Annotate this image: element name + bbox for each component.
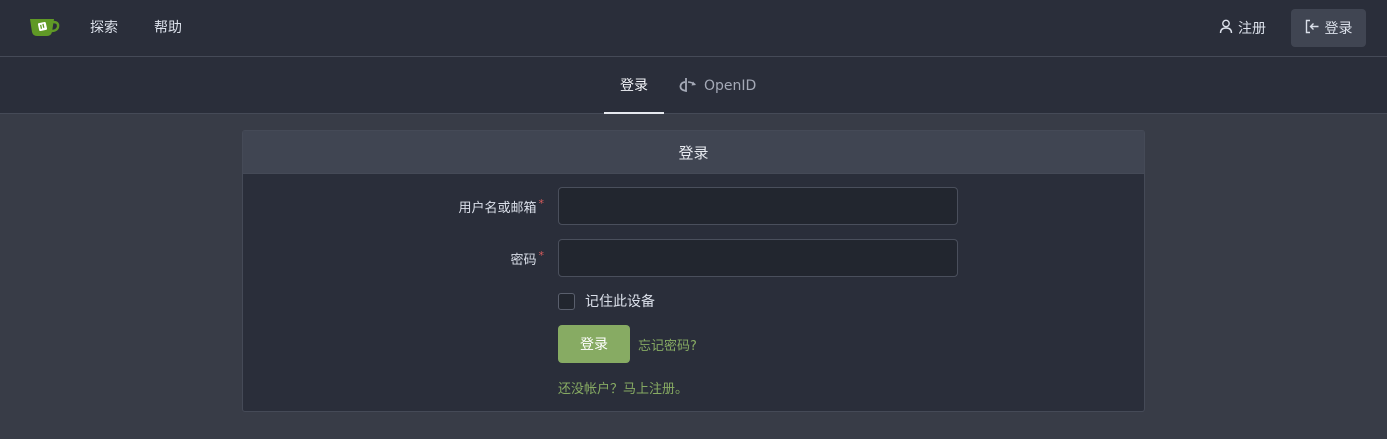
password-input[interactable] <box>558 239 958 277</box>
password-label: 密码 * <box>510 249 544 268</box>
login-card: 登录 用户名或邮箱 * 密码 * 记住此设备 登录 忘记密码? 还没帐户？马上注册。 <box>242 130 1145 412</box>
remember-device-checkbox[interactable] <box>558 292 575 310</box>
tab-login-label: 登录 <box>620 77 648 94</box>
nav-help-link[interactable]: 帮助 <box>154 18 182 38</box>
forgot-password-link[interactable]: 忘记密码? <box>638 335 697 354</box>
sign-in-icon <box>1305 19 1320 38</box>
tab-openid[interactable]: OpenID <box>679 57 756 114</box>
tab-login[interactable]: 登录 <box>604 57 664 114</box>
register-now-link[interactable]: 还没帐户？马上注册。 <box>558 378 688 397</box>
person-icon <box>1219 19 1233 38</box>
tab-openid-label: OpenID <box>704 77 757 94</box>
login-card-title: 登录 <box>678 143 709 162</box>
gitea-logo-icon[interactable] <box>28 14 60 40</box>
nav-register-label: 注册 <box>1238 21 1266 37</box>
login-card-header: 登录 <box>243 131 1144 174</box>
nav-explore-link[interactable]: 探索 <box>90 18 118 38</box>
username-label: 用户名或邮箱 * <box>458 197 544 216</box>
top-navbar: 探索 帮助 注册 登录 <box>0 0 1387 57</box>
username-input[interactable] <box>558 187 958 225</box>
username-label-text: 用户名或邮箱 <box>458 201 537 216</box>
password-label-text: 密码 <box>510 253 537 268</box>
required-mark: * <box>538 197 545 210</box>
login-submit-button[interactable]: 登录 <box>558 325 630 363</box>
nav-register-link[interactable]: 注册 <box>1219 18 1266 38</box>
nav-login-label: 登录 <box>1324 21 1353 37</box>
openid-icon <box>679 76 697 96</box>
nav-login-button[interactable]: 登录 <box>1291 9 1366 47</box>
login-tab-strip: 登录 OpenID <box>0 57 1387 114</box>
remember-device-row: 记住此设备 <box>558 291 655 311</box>
remember-device-label[interactable]: 记住此设备 <box>585 291 655 311</box>
required-mark: * <box>538 249 545 262</box>
